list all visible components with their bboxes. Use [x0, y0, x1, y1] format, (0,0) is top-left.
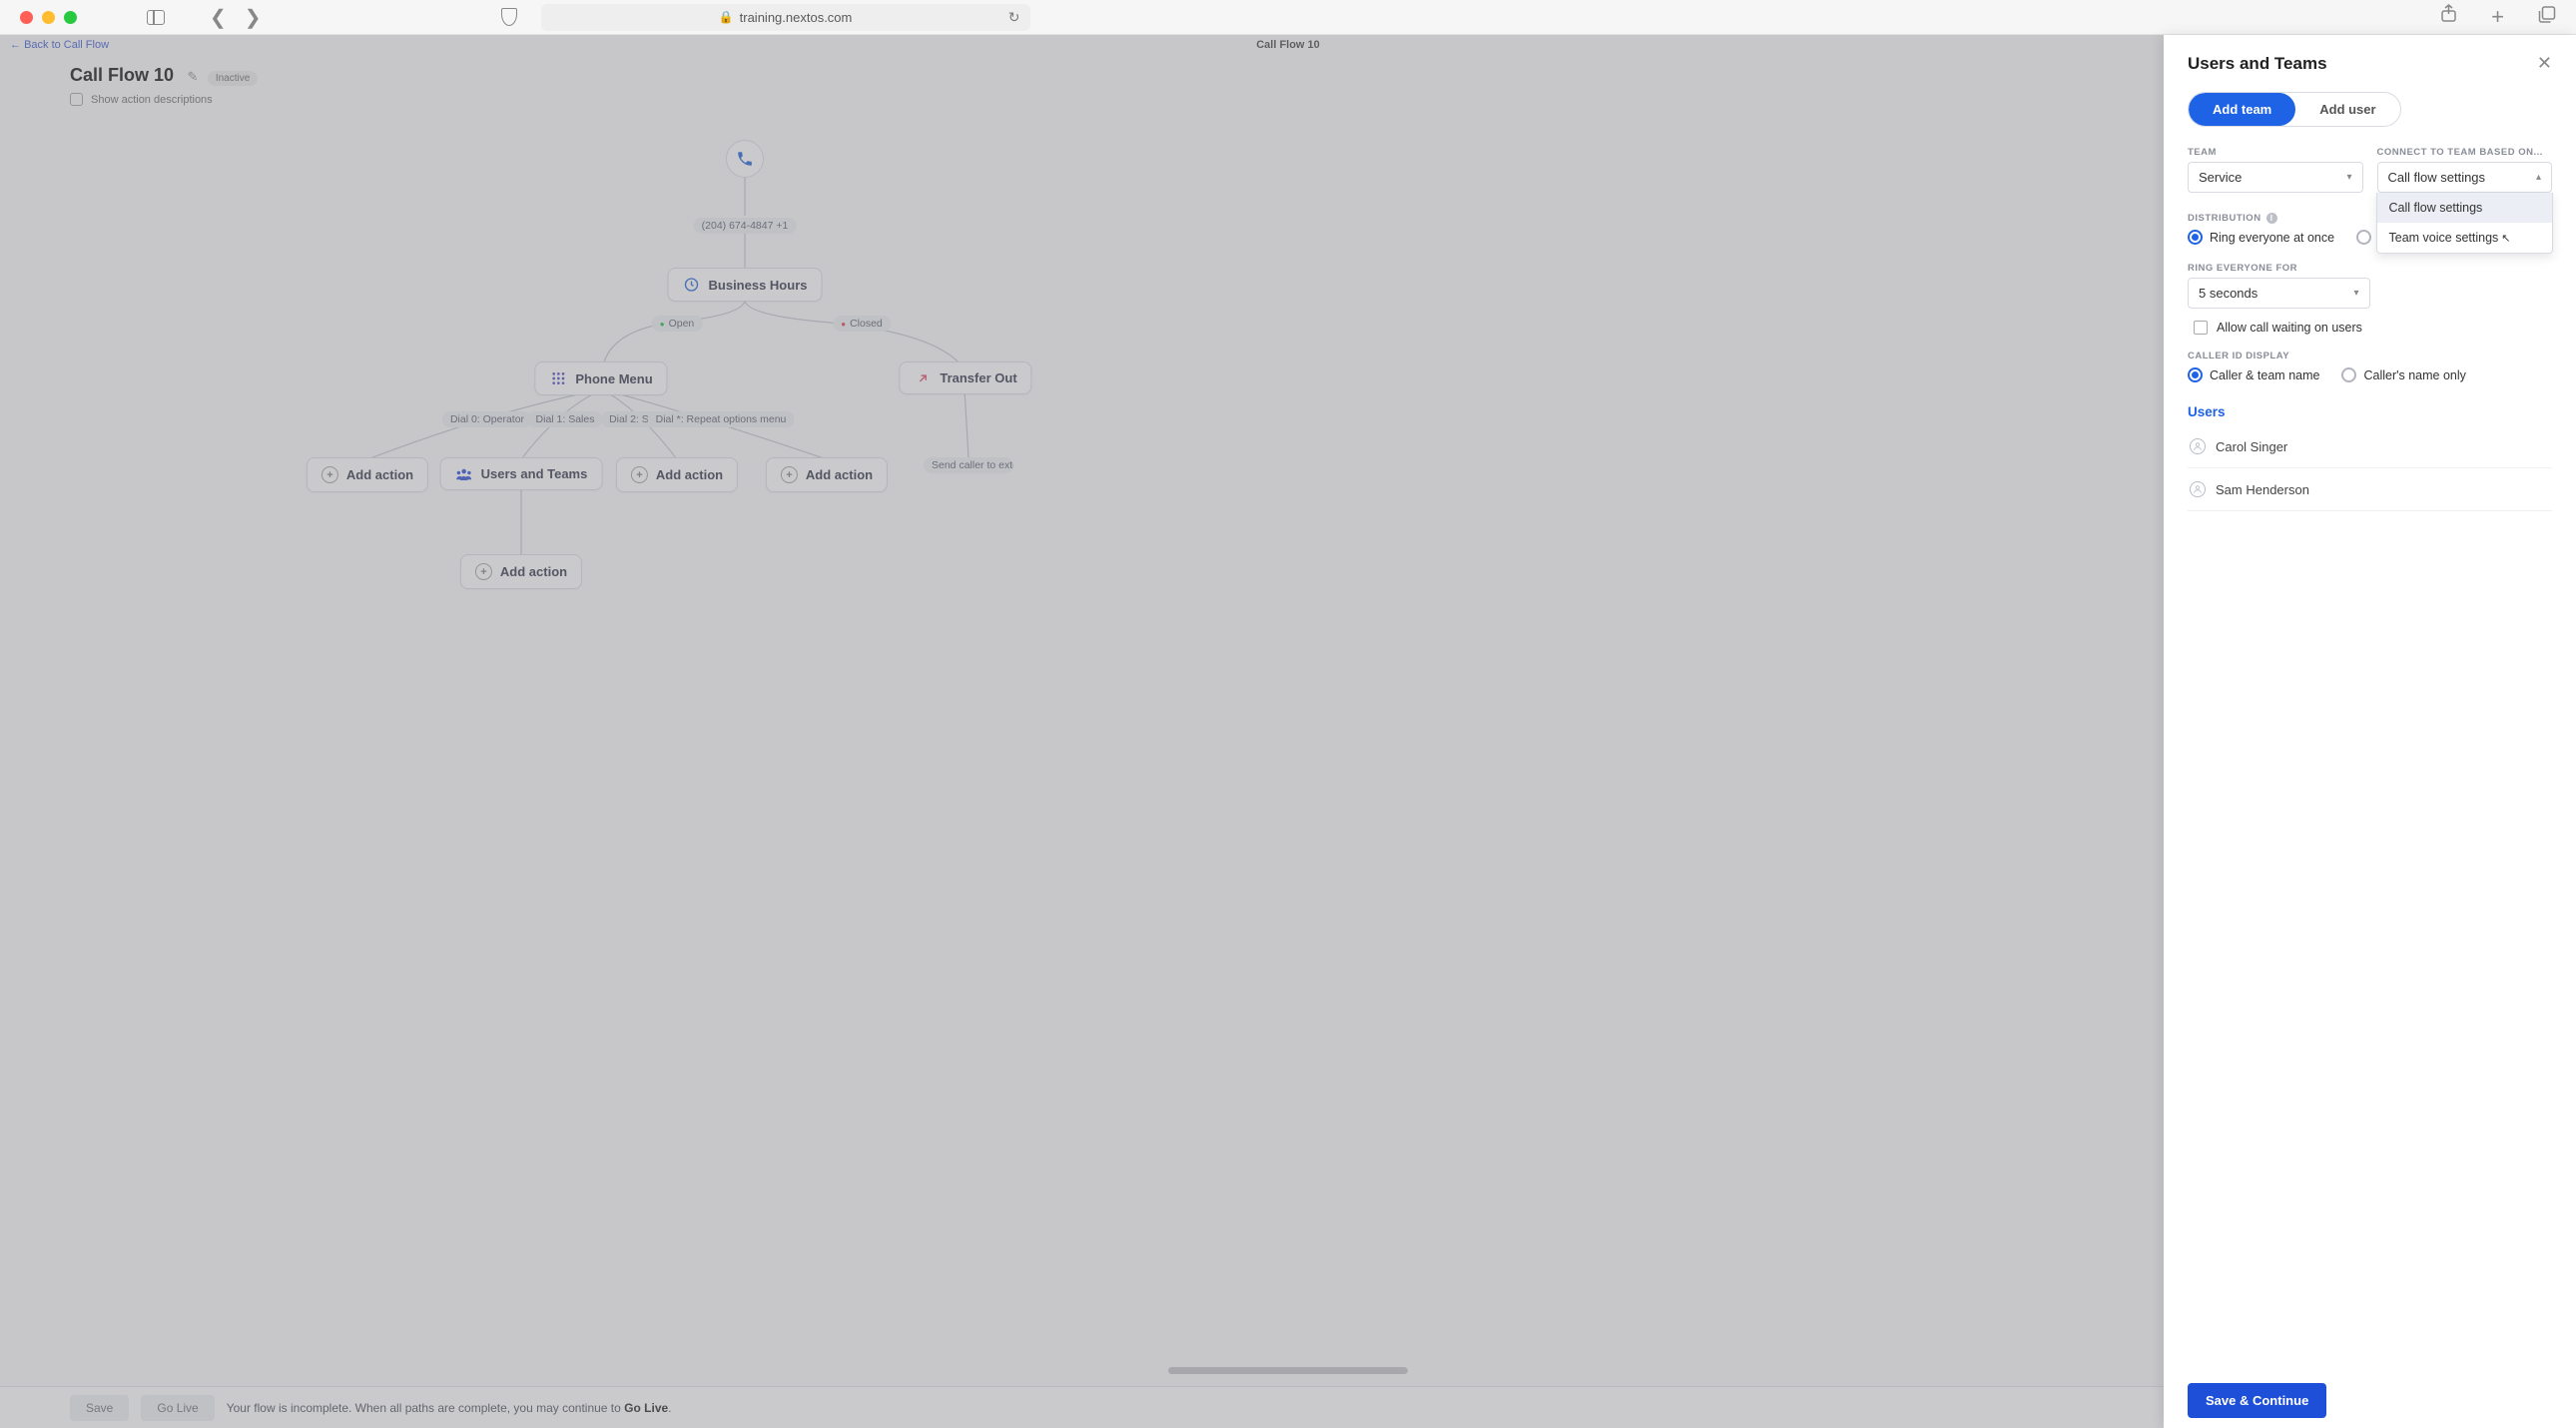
save-continue-button[interactable]: Save & Continue — [2188, 1383, 2326, 1418]
team-select[interactable]: Service ▾ — [2188, 162, 2363, 193]
user-list: Carol Singer Sam Henderson — [2188, 425, 2552, 511]
nav-arrows: ❮ ❯ — [210, 5, 262, 30]
connect-dropdown: Call flow settings Team voice settings↖ — [2376, 193, 2554, 254]
browser-toolbar: ❮ ❯ 🔒 training.nextos.com ↻ + — [0, 0, 2576, 35]
cursor-icon: ↖ — [2501, 232, 2510, 245]
nav-back-icon[interactable]: ❮ — [210, 5, 227, 30]
allow-call-waiting-label: Allow call waiting on users — [2217, 321, 2362, 335]
add-tabs: Add team Add user — [2188, 92, 2401, 127]
chevron-down-icon: ▾ — [2353, 288, 2358, 299]
app-root: ← Back to Call Flow Call Flow 10 Call Fl… — [0, 35, 2576, 1428]
toolbar-right: + — [2440, 4, 2556, 30]
connect-select[interactable]: Call flow settings ▴ — [2377, 162, 2553, 193]
ring-for-label: RING EVERYONE FOR — [2188, 263, 2370, 274]
window-zoom[interactable] — [64, 11, 77, 24]
user-icon — [2190, 481, 2206, 497]
connect-label: CONNECT TO TEAM BASED ON... — [2377, 147, 2553, 158]
privacy-shield-icon[interactable] — [501, 8, 517, 26]
url-text: training.nextos.com — [740, 10, 853, 25]
tabs-icon[interactable] — [2538, 6, 2556, 29]
caller-id-label: CALLER ID DISPLAY — [2188, 351, 2552, 361]
window-minimize[interactable] — [42, 11, 55, 24]
list-item[interactable]: Carol Singer — [2188, 425, 2552, 468]
lock-icon: 🔒 — [719, 10, 734, 24]
connect-option-teamvoice[interactable]: Team voice settings↖ — [2377, 223, 2553, 253]
close-icon[interactable]: ✕ — [2537, 53, 2552, 74]
tab-add-team[interactable]: Add team — [2189, 93, 2295, 126]
users-teams-drawer: Users and Teams ✕ Add team Add user TEAM… — [2164, 35, 2576, 1428]
window-controls — [20, 11, 77, 24]
allow-call-waiting-checkbox[interactable] — [2194, 321, 2208, 335]
chevron-down-icon: ▾ — [2346, 172, 2351, 183]
chevron-up-icon: ▴ — [2536, 172, 2541, 183]
radio-ring-everyone[interactable]: Ring everyone at once — [2188, 230, 2334, 245]
tab-add-user[interactable]: Add user — [2295, 93, 2399, 126]
connect-option-callflow[interactable]: Call flow settings — [2377, 193, 2553, 223]
info-icon[interactable]: i — [2266, 213, 2277, 224]
list-item[interactable]: Sam Henderson — [2188, 468, 2552, 511]
users-heading: Users — [2188, 404, 2552, 419]
team-label: TEAM — [2188, 147, 2363, 158]
radio-caller-team-name[interactable]: Caller & team name — [2188, 367, 2319, 382]
drawer-title: Users and Teams — [2188, 54, 2327, 74]
url-bar[interactable]: 🔒 training.nextos.com ↻ — [541, 4, 1030, 31]
window-close[interactable] — [20, 11, 33, 24]
share-icon[interactable] — [2440, 4, 2457, 28]
sidebar-toggle-icon[interactable] — [147, 10, 165, 25]
user-icon — [2190, 438, 2206, 454]
new-tab-icon[interactable]: + — [2491, 4, 2504, 30]
radio-caller-name-only[interactable]: Caller's name only — [2341, 367, 2465, 382]
ring-for-select[interactable]: 5 seconds ▾ — [2188, 278, 2370, 309]
reload-icon[interactable]: ↻ — [1008, 9, 1020, 26]
nav-forward-icon[interactable]: ❯ — [245, 5, 262, 30]
